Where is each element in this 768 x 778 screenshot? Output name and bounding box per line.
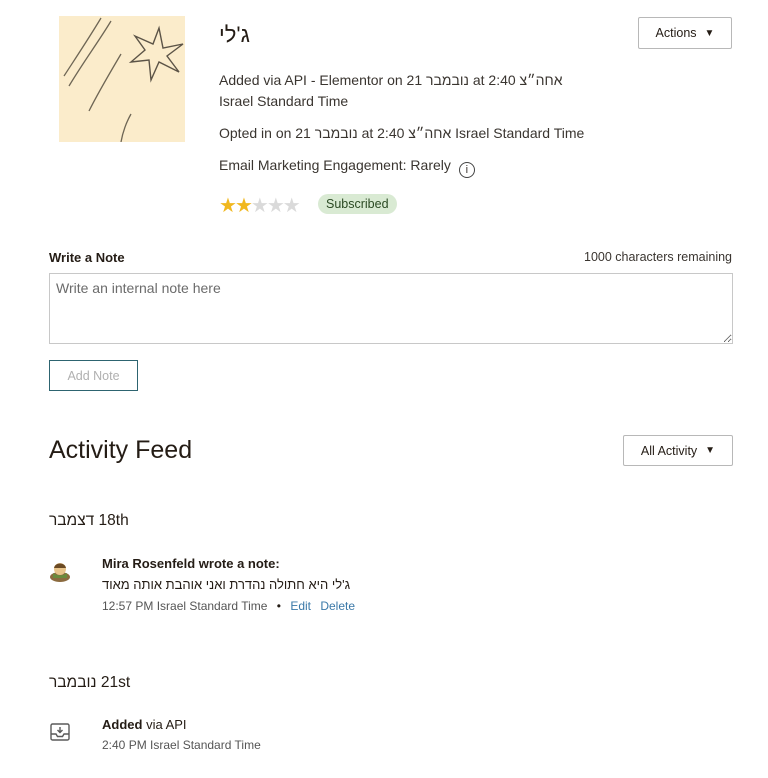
feed-date-header: 18 דצמברth <box>49 512 129 529</box>
star-filled-icon: ★ <box>234 195 253 217</box>
star-empty-icon: ★ <box>250 195 269 217</box>
opted-in-info: Opted in on 21 נובמבר at 2:40 אחה״צ Isra… <box>219 125 585 141</box>
actions-button[interactable]: Actions ▼ <box>638 17 732 49</box>
star-filled-icon: ★ <box>219 195 237 217</box>
user-avatar-icon <box>49 560 71 582</box>
note-meta-row: 12:57 PM Israel Standard Time • Edit Del… <box>102 599 355 613</box>
engagement-text: Email Marketing Engagement: Rarely <box>219 157 451 173</box>
edit-note-link[interactable]: Edit <box>290 599 311 613</box>
sketch-artwork-icon <box>63 17 184 142</box>
activity-added-title: Added via API <box>102 717 187 732</box>
info-icon[interactable]: i <box>458 162 475 178</box>
note-author: Mira Rosenfeld wrote a note: <box>102 556 280 571</box>
added-info-line2: Israel Standard Time <box>219 93 349 109</box>
download-tray-icon <box>49 721 71 743</box>
activity-filter-label: All Activity <box>640 443 698 458</box>
delete-note-link[interactable]: Delete <box>320 599 355 613</box>
note-characters-remaining: 1000 characters remaining <box>584 250 732 264</box>
chevron-down-icon: ▼ <box>704 27 715 39</box>
note-timestamp: 12:57 PM Israel Standard Time <box>102 599 268 613</box>
activity-feed-title: Activity Feed <box>49 436 193 464</box>
status-badge: Subscribed <box>318 194 397 214</box>
chevron-down-icon: ▼ <box>705 445 716 456</box>
engagement-row: Email Marketing Engagement: Rarely i <box>219 155 475 178</box>
feed-date-header: 21 נובמברst <box>49 674 131 691</box>
add-note-button[interactable]: Add Note <box>49 360 138 391</box>
rating-stars: ★★★★★ <box>219 193 301 218</box>
activity-filter-dropdown[interactable]: All Activity ▼ <box>623 435 733 466</box>
note-label: Write a Note <box>49 250 125 265</box>
added-info-line1: Added via API - Elementor on 21 נובמבר a… <box>219 72 563 88</box>
activity-timestamp: 2:40 PM Israel Standard Time <box>102 738 261 752</box>
note-body: ג'לי היא חתולה נהדרת ואני אוהבת אותה מאו… <box>102 577 351 592</box>
contact-name: ג'לי <box>219 22 250 47</box>
star-empty-icon: ★ <box>282 195 301 217</box>
contact-avatar <box>59 16 185 142</box>
note-input[interactable] <box>49 273 733 344</box>
separator-dot: • <box>276 599 281 613</box>
star-empty-icon: ★ <box>266 195 285 217</box>
actions-label: Actions <box>655 26 697 40</box>
